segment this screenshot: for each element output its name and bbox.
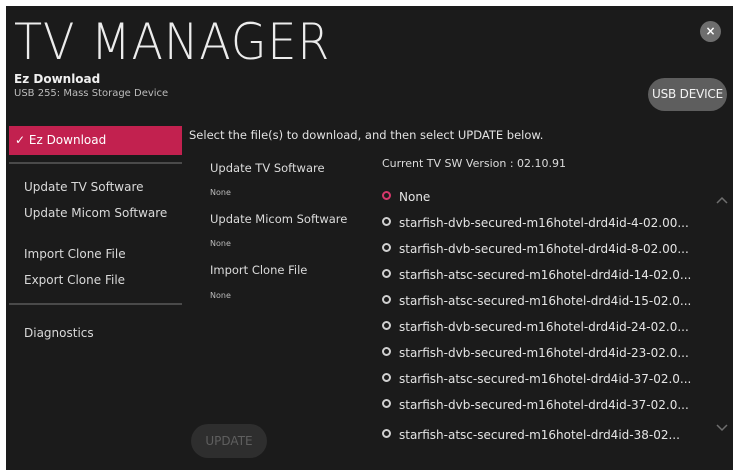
file-item[interactable]: starfish-dvb-secured-m16hotel-drd4id-4-0… — [382, 216, 710, 238]
file-name: starfish-dvb-secured-m16hotel-drd4id-4-0… — [399, 216, 689, 230]
usb-device-info: USB 255: Mass Storage Device — [14, 88, 169, 99]
sidebar-item-export-clone-file[interactable]: Export Clone File — [24, 273, 125, 287]
file-name: starfish-dvb-secured-m16hotel-drd4id-37-… — [399, 398, 689, 412]
scroll-up-button[interactable] — [715, 194, 729, 208]
radio-icon — [382, 373, 391, 382]
radio-icon — [382, 321, 391, 330]
sidebar-item-import-clone-file[interactable]: Import Clone File — [24, 247, 126, 261]
close-button[interactable]: × — [700, 21, 721, 42]
tv-manager-screen: TV MANAGER Ez Download USB 255: Mass Sto… — [6, 6, 733, 470]
radio-icon — [382, 347, 391, 356]
radio-selected-icon — [382, 191, 391, 200]
radio-icon — [382, 217, 391, 226]
section-label-update-micom-software: Update Micom Software — [210, 212, 348, 226]
app-title: TV MANAGER — [14, 13, 331, 71]
file-name: starfish-atsc-secured-m16hotel-drd4id-37… — [399, 372, 692, 386]
file-name: starfish-atsc-secured-m16hotel-drd4id-38… — [399, 428, 680, 442]
usb-device-button[interactable]: USB DEVICE — [648, 78, 727, 111]
radio-icon — [382, 269, 391, 278]
section-value-import-clone-file: None — [210, 291, 231, 300]
radio-icon — [382, 429, 391, 438]
file-name: starfish-dvb-secured-m16hotel-drd4id-8-0… — [399, 242, 689, 256]
file-item[interactable]: starfish-atsc-secured-m16hotel-drd4id-37… — [382, 372, 710, 394]
sidebar-item-update-micom-software[interactable]: Update Micom Software — [24, 206, 167, 220]
file-name: None — [399, 190, 431, 204]
sidebar-item-ez-download[interactable]: ✓ Ez Download — [9, 126, 182, 155]
file-item[interactable]: starfish-dvb-secured-m16hotel-drd4id-23-… — [382, 346, 710, 368]
chevron-up-icon — [716, 196, 728, 204]
radio-icon — [382, 295, 391, 304]
file-name: starfish-atsc-secured-m16hotel-drd4id-15… — [399, 294, 692, 308]
chevron-down-icon — [716, 424, 728, 432]
section-label-update-tv-software: Update TV Software — [210, 161, 325, 175]
close-icon: × — [705, 24, 716, 38]
file-item[interactable]: starfish-dvb-secured-m16hotel-drd4id-37-… — [382, 398, 710, 420]
file-name: starfish-atsc-secured-m16hotel-drd4id-14… — [399, 268, 692, 282]
file-list: None starfish-dvb-secured-m16hotel-drd4i… — [382, 190, 710, 444]
section-value-update-tv-software: None — [210, 188, 231, 197]
file-item[interactable]: None — [382, 190, 710, 212]
file-item[interactable]: starfish-atsc-secured-m16hotel-drd4id-15… — [382, 294, 710, 316]
sidebar-divider — [9, 303, 182, 305]
file-item[interactable]: starfish-dvb-secured-m16hotel-drd4id-8-0… — [382, 242, 710, 264]
page-subtitle: Ez Download — [14, 72, 101, 86]
file-item[interactable]: starfish-atsc-secured-m16hotel-drd4id-14… — [382, 268, 710, 290]
file-name: starfish-dvb-secured-m16hotel-drd4id-23-… — [399, 346, 689, 360]
file-name: starfish-dvb-secured-m16hotel-drd4id-24-… — [399, 320, 689, 334]
radio-icon — [382, 243, 391, 252]
file-item[interactable]: starfish-atsc-secured-m16hotel-drd4id-38… — [382, 428, 710, 444]
section-label-import-clone-file: Import Clone File — [210, 263, 308, 277]
sidebar-item-diagnostics[interactable]: Diagnostics — [24, 326, 94, 340]
sidebar-item-update-tv-software[interactable]: Update TV Software — [24, 180, 144, 194]
sidebar-divider — [9, 162, 182, 164]
instruction-text: Select the file(s) to download, and then… — [189, 128, 544, 142]
update-button[interactable]: UPDATE — [191, 424, 267, 458]
scroll-down-button[interactable] — [715, 420, 729, 434]
file-item[interactable]: starfish-dvb-secured-m16hotel-drd4id-24-… — [382, 320, 710, 342]
current-sw-version: Current TV SW Version : 02.10.91 — [382, 157, 567, 170]
section-value-update-micom-software: None — [210, 239, 231, 248]
radio-icon — [382, 399, 391, 408]
